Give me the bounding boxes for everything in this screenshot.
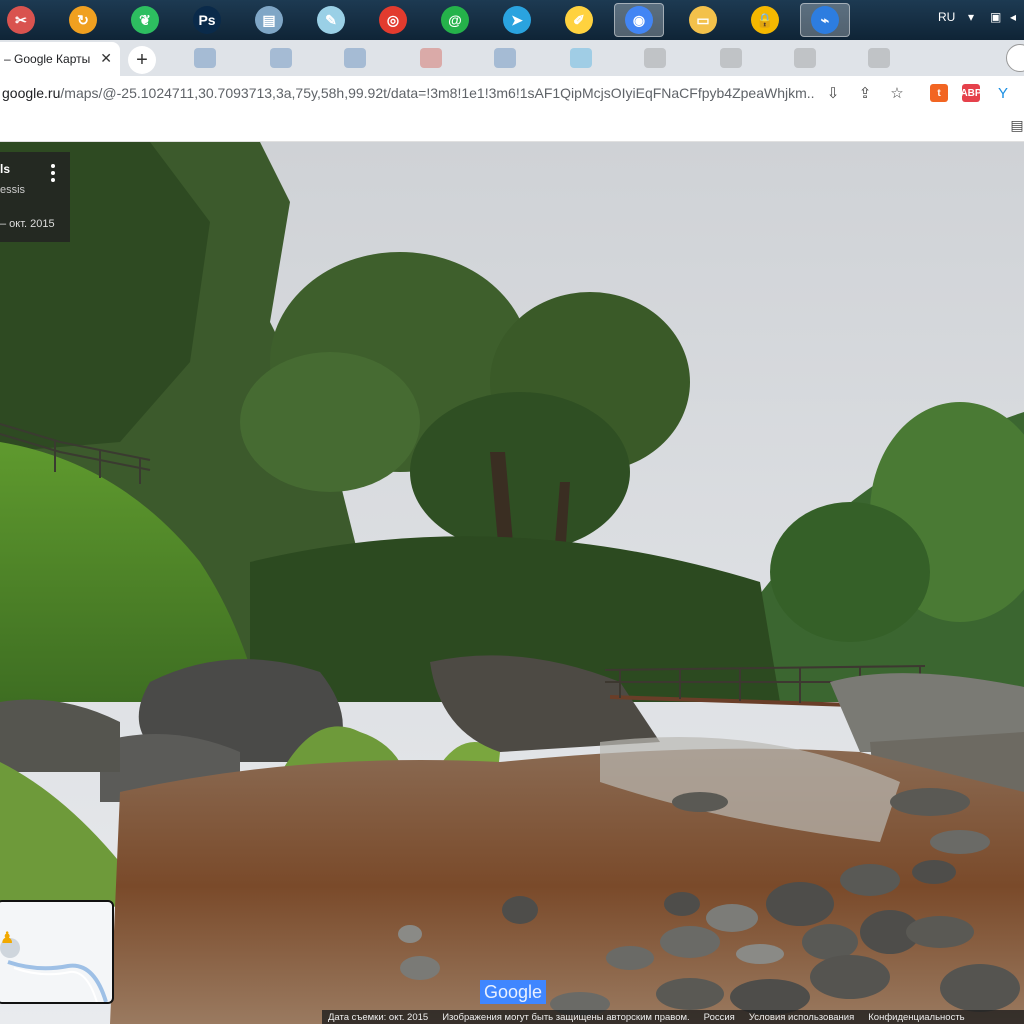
extension-v-icon[interactable]: Y [994,84,1012,102]
background-tab-icon[interactable] [420,48,442,68]
taskbar-app-scanner[interactable]: ▤ [252,3,286,37]
chevron-down-icon[interactable]: ▾ [968,10,974,24]
explorer-icon: ▭ [689,6,717,34]
bookmark-star-icon[interactable]: ☆ [888,84,906,102]
background-tab-icon[interactable] [344,48,366,68]
more-options-icon[interactable] [48,164,58,184]
location-info-card[interactable]: ls essis – окт. 2015 [0,152,70,242]
mail-icon: @ [441,6,469,34]
taskbar-app-paint[interactable]: ✂ [4,3,38,37]
taskbar-app-explorer[interactable]: ▭ [686,3,720,37]
background-tab-icon[interactable] [570,48,592,68]
network-icon[interactable]: ▣ [990,10,1001,24]
editor-icon: ✐ [565,6,593,34]
background-tab-icon[interactable] [720,48,742,68]
capture-date-text: Дата съемки: окт. 2015 [328,1011,429,1023]
notepad-icon: ✎ [317,6,345,34]
street-view-panorama[interactable] [0,142,1024,1024]
taskbar-app-chrome[interactable]: ◉ [614,3,664,37]
terms-link[interactable]: Условия использования [749,1012,854,1023]
app-icon: ⌁ [811,6,839,34]
vpn-icon: 🔒 [751,6,779,34]
tab-google-maps[interactable]: – Google Карты ✕ [0,42,120,76]
paint-icon: ✂ [7,6,35,34]
photoshop-icon: Ps [193,6,221,34]
taskbar-app-anydesk[interactable]: ◎ [376,3,410,37]
extension-t-icon[interactable]: t [930,84,948,102]
taskbar: ✂ ↻ ❦ Ps ▤ ✎ ◎ @ ➤ ✐ ◉ ▭ 🔒 ⌁ RU ▾ ▣ ◂ [0,0,1024,40]
language-indicator[interactable]: RU [938,10,955,24]
adblock-icon[interactable]: ABP [960,84,982,102]
reading-list-icon[interactable]: ▤ [1008,116,1024,134]
url-host: google.ru [2,85,61,101]
taskbar-app-notepad[interactable]: ✎ [314,3,348,37]
taskbar-app-app[interactable]: ⌁ [800,3,850,37]
pegman-icon[interactable]: ♟ [0,928,14,948]
privacy-link[interactable]: Конфиденциальность [868,1012,964,1023]
minimap[interactable]: ♟ [0,900,114,1004]
volume-icon[interactable]: ◂ [1010,10,1016,24]
telegram-icon: ➤ [503,6,531,34]
taskbar-app-telegram[interactable]: ➤ [500,3,534,37]
region-link[interactable]: Россия [704,1012,735,1023]
tab-strip: – Google Карты ✕ + [0,40,1024,76]
map-footer: Дата съемки: окт. 2015 Изображения могут… [322,1010,1024,1024]
close-icon[interactable]: ✕ [100,50,112,67]
url-field[interactable]: google.ru/maps/@-25.1024711,30.7093713,3… [2,85,814,101]
taskbar-app-yandex[interactable]: ↻ [66,3,100,37]
taskbar-app-mail[interactable]: @ [438,3,472,37]
background-tab-icon[interactable] [270,48,292,68]
panorama-image [0,142,1024,1024]
background-tab-icon[interactable] [494,48,516,68]
evernote-icon: ❦ [131,6,159,34]
background-tab-icon[interactable] [194,48,216,68]
yandex-icon: ↻ [69,6,97,34]
url-path: /maps/@-25.1024711,30.7093713,3a,75y,58h… [60,85,814,101]
capture-date: – окт. 2015 [0,218,55,230]
contributor-name[interactable]: essis [0,184,25,196]
bookmarks-bar: ▤ [0,110,1024,142]
profile-button[interactable] [1006,44,1024,72]
chrome-icon: ◉ [625,6,653,34]
install-icon[interactable]: ⇩ [824,84,842,102]
taskbar-app-evernote[interactable]: ❦ [128,3,162,37]
copyright-text: Изображения могут быть защищены авторски… [442,1011,690,1023]
background-tab-icon[interactable] [644,48,666,68]
taskbar-app-editor[interactable]: ✐ [562,3,596,37]
address-bar: google.ru/maps/@-25.1024711,30.7093713,3… [0,76,1024,182]
new-tab-button[interactable]: + [128,46,156,74]
place-title: ls [0,162,11,176]
anydesk-icon: ◎ [379,6,407,34]
share-icon[interactable]: ⇪ [856,84,874,102]
background-tab-icon[interactable] [868,48,890,68]
taskbar-app-vpn[interactable]: 🔒 [748,3,782,37]
google-logo: Google [480,980,546,1004]
background-tab-icon[interactable] [794,48,816,68]
scanner-icon: ▤ [255,6,283,34]
tab-title: – Google Карты [4,52,91,66]
taskbar-app-photoshop[interactable]: Ps [190,3,224,37]
